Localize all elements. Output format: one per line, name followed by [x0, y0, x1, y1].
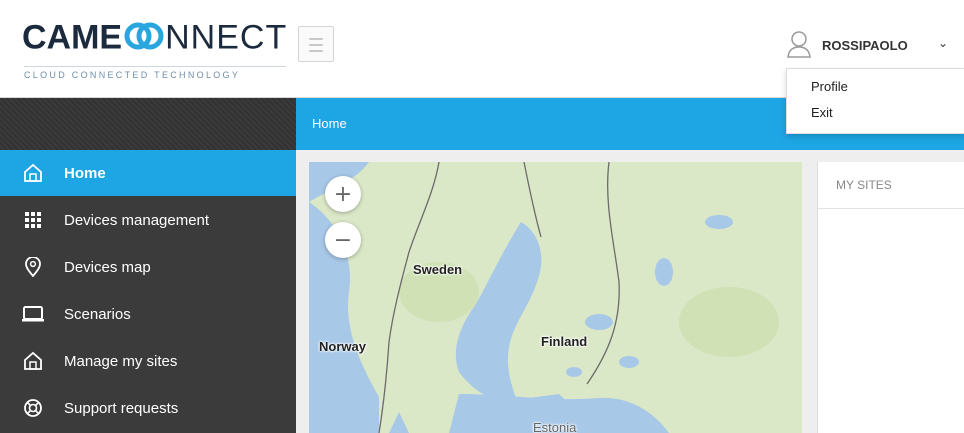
map-label-norway: Norway	[319, 339, 366, 354]
sidebar-item-label: Scenarios	[64, 305, 131, 323]
sidebar-item-home[interactable]: Home	[0, 150, 296, 196]
logo-ring-icon	[124, 18, 164, 58]
sidebar-item-manage-my-sites[interactable]: Manage my sites	[0, 338, 296, 384]
sidebar-item-label: Manage my sites	[64, 352, 178, 370]
username-label: ROSSIPAOLO	[822, 38, 908, 53]
map-tiles	[309, 162, 802, 433]
sidebar-item-support-requests[interactable]: Support requests	[0, 385, 296, 431]
sidebar-item-scenarios[interactable]: Scenarios	[0, 291, 296, 337]
map-label-sweden: Sweden	[413, 262, 463, 277]
map-label-estonia: Estonia	[533, 420, 577, 433]
logo-brand-bold: CAME	[22, 18, 123, 57]
sidebar-item-devices-management[interactable]: Devices management	[0, 197, 296, 243]
zoom-in-button[interactable]: +	[325, 176, 361, 212]
sidebar-header	[0, 98, 296, 150]
sidebar-item-label: Devices map	[64, 258, 151, 276]
sidebar-item-label: Support requests	[64, 399, 179, 417]
sidebar-item-label: Home	[64, 164, 106, 182]
user-icon	[786, 30, 812, 62]
menu-item-profile[interactable]: Profile	[811, 79, 848, 94]
user-dropdown-menu: Profile Exit	[786, 68, 964, 134]
came-connect-logo[interactable]: CAME NNECT CLOUD CONNECTED TECHNOLOGY	[16, 14, 286, 82]
devices-map[interactable]: + − Sweden Norway Finland Estonia	[309, 162, 802, 433]
map-pin-icon	[22, 256, 44, 278]
breadcrumb-home[interactable]: Home	[312, 116, 347, 131]
monitor-icon	[22, 303, 44, 325]
grid-icon	[22, 209, 44, 231]
sidebar-item-label: Devices management	[64, 211, 210, 229]
my-sites-panel: MY SITES	[817, 162, 964, 433]
map-label-finland: Finland	[541, 334, 588, 349]
zoom-out-button[interactable]: −	[325, 222, 361, 258]
logo-brand-light: NNECT	[165, 18, 288, 57]
sidebar: Home Devices management Devices map Scen…	[0, 98, 296, 433]
home-icon	[22, 162, 44, 184]
logo-tagline: CLOUD CONNECTED TECHNOLOGY	[24, 66, 286, 80]
house-icon	[22, 350, 44, 372]
menu-item-exit[interactable]: Exit	[811, 105, 833, 120]
my-sites-header: MY SITES	[818, 162, 964, 209]
my-sites-title: MY SITES	[836, 178, 892, 192]
lifebuoy-icon	[22, 397, 44, 419]
menu-toggle-button[interactable]	[298, 26, 334, 62]
sidebar-item-devices-map[interactable]: Devices map	[0, 244, 296, 290]
chevron-down-icon: ⌄	[938, 36, 949, 50]
